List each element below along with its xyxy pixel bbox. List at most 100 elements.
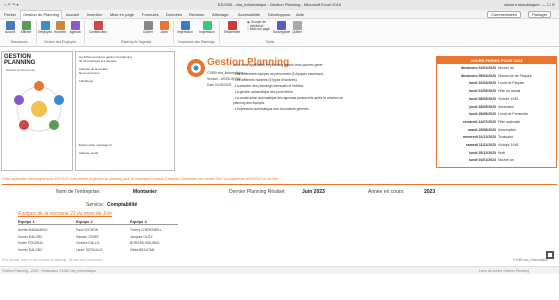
team-member: Arlette MANAUBOU bbox=[18, 228, 48, 232]
radio-label: Mois sur page bbox=[249, 27, 270, 32]
holiday-icon bbox=[159, 21, 169, 30]
user-name: vincent beaubisquet bbox=[504, 2, 540, 7]
desc-item: planning des équipes. bbox=[233, 101, 266, 105]
copyright: ©1980 vba_informatique bbox=[513, 258, 548, 262]
teams-underline bbox=[18, 224, 178, 225]
service-value[interactable]: Comptabilité bbox=[107, 202, 137, 208]
btn-label: Effacement bbox=[223, 30, 241, 34]
holiday-name: Dimanche de Pâques bbox=[498, 73, 532, 78]
menu-fichier[interactable]: Fichier bbox=[4, 10, 16, 19]
holiday-name: Victoire 1945 bbox=[498, 96, 519, 101]
holiday-name: Fête du travail bbox=[498, 89, 521, 94]
menu-developpeur[interactable]: Développeur bbox=[268, 10, 291, 19]
holiday-date: dimanche 09/04/2023 bbox=[461, 73, 496, 78]
status-bar: Gestion Planning - 2023 - Réalisation ©1… bbox=[0, 266, 559, 274]
info-line: Entrez votre message ici bbox=[79, 143, 112, 147]
btn-label: Accueil bbox=[4, 30, 16, 34]
construction-mois-button[interactable]: Construction bbox=[88, 21, 108, 35]
menu-insertion[interactable]: Insertion bbox=[87, 10, 102, 19]
comments-button[interactable]: Commentaires bbox=[487, 11, 522, 18]
btn-label: Quitter bbox=[292, 30, 302, 34]
team-member: Thierry CHENOWELL bbox=[130, 228, 163, 232]
holiday-row: lundi 08/05/2023 Victoire 1945 bbox=[437, 96, 558, 103]
hide-icon bbox=[143, 21, 153, 30]
share-button[interactable]: Partager bbox=[528, 11, 552, 18]
brand-line2: PLANNING bbox=[4, 60, 36, 66]
holiday-date: lundi 01/05/2023 bbox=[469, 89, 496, 94]
impression-agenda-button[interactable]: Impression bbox=[197, 21, 217, 35]
menu-accueil[interactable]: Accueil bbox=[66, 10, 79, 19]
teams-title: Equipes de la semaine 23 du mois de Juin bbox=[18, 211, 112, 217]
radio-group: ◉ Groupe de ○ Individuel ○ Mois sur page bbox=[247, 20, 271, 32]
impression-planning-button[interactable]: Impression bbox=[175, 21, 195, 35]
window-title: EDJ953 - vba_informatique - Gestion Plan… bbox=[217, 2, 342, 7]
menu-affichage[interactable]: Affichage bbox=[212, 10, 229, 19]
year-label: Année en cours: bbox=[368, 189, 405, 195]
holiday-row: dimanche 01/01/2023 Nouvel an bbox=[437, 65, 558, 72]
last-planning-value[interactable]: Juin 2023 bbox=[302, 189, 325, 195]
agenda-button[interactable]: Agenda bbox=[68, 21, 82, 35]
menu-revision[interactable]: Révision bbox=[189, 10, 204, 19]
effacement-planning-button[interactable]: Effacement bbox=[221, 21, 243, 35]
quitter-button[interactable]: Quitter bbox=[291, 21, 303, 35]
holiday-row: jeudi 18/05/2023 Ascension bbox=[437, 104, 558, 111]
team-member: Hassan CEHEF bbox=[76, 234, 100, 239]
holiday-name: Ascension bbox=[498, 104, 515, 109]
cacher-semaine-button[interactable]: Cacher bbox=[140, 21, 156, 35]
employes-button[interactable]: Employés bbox=[38, 21, 52, 35]
group-label: Impression des Plannings bbox=[178, 40, 215, 44]
btn-label: Jours bbox=[160, 30, 168, 34]
info-line: Nom et prénom bbox=[79, 71, 100, 75]
info-line: de 10 employés à 3 équipes bbox=[79, 59, 117, 63]
desc-item: - La construction automatique des agenda… bbox=[233, 96, 344, 100]
btn-label: Horaires bbox=[53, 30, 67, 34]
menu-mise-en-page[interactable]: Mise en page bbox=[110, 10, 134, 19]
ribbon: Accueil Afficher Employés Horaires Agend… bbox=[0, 19, 559, 47]
afficher-mois-button[interactable]: Afficher bbox=[18, 21, 34, 35]
menu-aide[interactable]: Aide bbox=[296, 10, 304, 19]
accueil-gestion-button[interactable]: Accueil bbox=[3, 21, 17, 35]
desc-item: - La gestion automatique des jours férié… bbox=[233, 90, 294, 94]
menu-gestion-planning[interactable]: Gestion du Planning bbox=[20, 10, 63, 19]
radio-mois[interactable]: ○ Mois sur page bbox=[247, 27, 271, 32]
last-planning-label: Dernier Planning Réalisé: bbox=[229, 189, 286, 195]
menu-donnees[interactable]: Données bbox=[166, 10, 182, 19]
menu-accessibilite[interactable]: Accessibilité bbox=[238, 10, 260, 19]
btn-label: Sauvegarde bbox=[273, 30, 291, 34]
group-label: Ressources bbox=[10, 40, 28, 44]
btn-label: Impression bbox=[199, 30, 215, 34]
holiday-name: Fête nationale bbox=[498, 119, 521, 124]
service-label: Service: bbox=[86, 202, 105, 208]
divider bbox=[2, 184, 557, 185]
holiday-date: lundi 29/05/2023 bbox=[469, 112, 496, 117]
app-logo-icon bbox=[187, 59, 205, 77]
holiday-row: dimanche 09/04/2023 Dimanche de Pâques bbox=[437, 73, 558, 80]
holiday-name: Lundi de Pâques bbox=[498, 81, 525, 86]
company-value[interactable]: Montanier bbox=[133, 189, 157, 195]
print-icon bbox=[180, 21, 190, 30]
holiday-row: mercredi 01/11/2023 Toussaint bbox=[437, 134, 558, 141]
brand-title: GESTION PLANNING bbox=[4, 54, 35, 66]
vba-logo-icon bbox=[546, 251, 554, 259]
status-right: Liens de Adobe Gestion Planning bbox=[478, 269, 529, 273]
year-value[interactable]: 2023 bbox=[424, 189, 435, 195]
tail-note: Pour ajouter, créer et des équipes et pl… bbox=[2, 258, 105, 262]
home-icon bbox=[5, 21, 15, 30]
calendar-icon bbox=[21, 21, 31, 30]
app-date: Date 01/06/2023 bbox=[207, 83, 232, 87]
holiday-date: dimanche 01/01/2023 bbox=[461, 66, 496, 70]
team-member: Homer DALORC bbox=[18, 234, 43, 239]
desc-intro: Avec cette application de planning annue… bbox=[233, 63, 325, 67]
build-icon bbox=[93, 21, 103, 30]
horaires-button[interactable]: Horaires bbox=[53, 21, 67, 35]
jours-feries-button[interactable]: Jours bbox=[157, 21, 171, 35]
save-icon bbox=[276, 21, 286, 30]
holiday-date: lundi 08/05/2023 bbox=[469, 96, 496, 101]
menu-formules[interactable]: Formules bbox=[142, 10, 159, 19]
group-label: Outils bbox=[265, 40, 275, 44]
brand-subtitle: Gestion du Personnel bbox=[6, 68, 35, 72]
holiday-date: lundi 25/12/2023 bbox=[469, 150, 496, 155]
holiday-date: mercredi 01/11/2023 bbox=[462, 135, 496, 140]
sauvegarde-button[interactable]: Sauvegarde bbox=[273, 21, 291, 35]
ribbon-separator bbox=[219, 21, 220, 44]
